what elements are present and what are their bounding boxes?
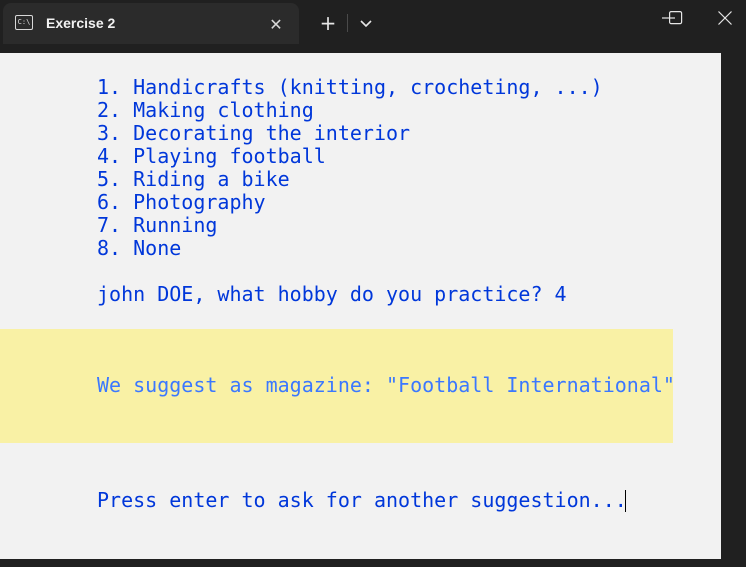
tab-title: Exercise 2 (46, 15, 116, 31)
tab-exercise-2[interactable]: C:\ Exercise 2 ✕ (3, 3, 299, 44)
scrollbar-area (721, 53, 746, 559)
maximize-button[interactable] (651, 0, 701, 36)
maximize-icon (669, 11, 683, 25)
close-icon (718, 11, 732, 25)
close-icon: ✕ (269, 15, 283, 34)
terminal-window: C:\ Exercise 2 ✕ + 1. Handicrafts (knitt… (0, 0, 746, 567)
continue-prompt: Press enter to ask for another suggestio… (97, 488, 627, 512)
plus-icon: + (319, 11, 337, 35)
close-tab-button[interactable]: ✕ (265, 14, 287, 36)
hobby-prompt: john DOE, what hobby do you practice? 4 (97, 282, 567, 306)
menu-item-8: 8. None (97, 236, 182, 260)
menu-item-1: 1. Handicrafts (knitting, crocheting, ..… (97, 75, 603, 99)
new-tab-button[interactable]: + (314, 9, 342, 37)
suggestion-text: We suggest as magazine: "Football Intern… (97, 373, 675, 397)
close-window-button[interactable] (700, 0, 746, 36)
text-cursor (625, 490, 626, 512)
menu-item-7: 7. Running (97, 213, 218, 237)
chevron-down-icon (360, 20, 372, 28)
divider (347, 14, 348, 32)
menu-item-6: 6. Photography (97, 190, 266, 214)
terminal-output[interactable]: 1. Handicrafts (knitting, crocheting, ..… (0, 53, 721, 559)
menu-item-4: 4. Playing football (97, 144, 326, 168)
tab-dropdown-button[interactable] (352, 9, 380, 37)
menu-item-2: 2. Making clothing (97, 98, 314, 122)
title-bar: C:\ Exercise 2 ✕ + (0, 0, 746, 44)
menu-item-3: 3. Decorating the interior (97, 121, 411, 145)
terminal-icon: C:\ (15, 15, 33, 30)
menu-item-5: 5. Riding a bike (97, 167, 290, 191)
